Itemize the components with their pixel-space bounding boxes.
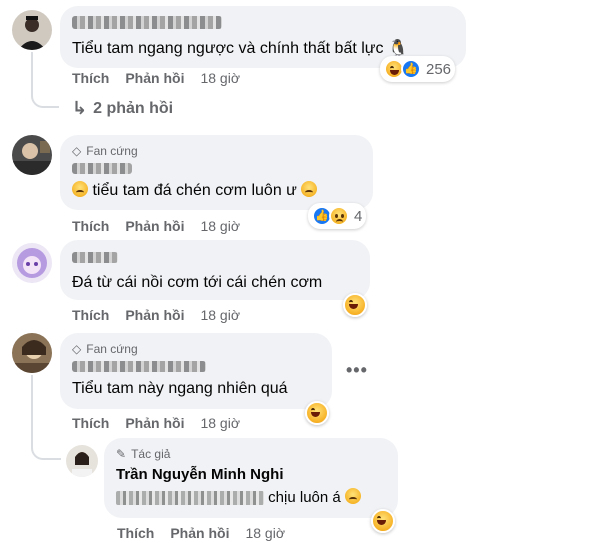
avatar[interactable] <box>12 10 52 50</box>
commenter-name-redacted[interactable] <box>72 163 132 174</box>
pencil-icon: ✎ <box>116 447 127 461</box>
timestamp[interactable]: 18 giờ <box>200 218 240 234</box>
comment-actions: Thích Phản hồi 18 giờ <box>72 307 240 323</box>
reply-button[interactable]: Phản hồi <box>125 218 184 234</box>
diamond-icon: ◇ <box>72 342 82 356</box>
comment-actions: Thích Phản hồi 18 giờ <box>72 415 240 431</box>
pleading-face-emoji <box>301 181 318 197</box>
author-name[interactable]: Trần Nguyễn Minh Nghi <box>116 466 386 483</box>
commenter-name-redacted[interactable] <box>72 252 118 263</box>
comment-actions: Thích Phản hồi 18 giờ <box>72 70 240 86</box>
avatar[interactable] <box>12 333 52 373</box>
more-options-button[interactable]: ••• <box>346 360 368 381</box>
reply-button[interactable]: Phản hồi <box>170 525 229 541</box>
reaction-summary[interactable]: 👍 256 <box>380 56 456 82</box>
avatar[interactable] <box>12 243 52 283</box>
comment-text: Đá từ cái nồi cơm tới cái chén cơm <box>72 274 323 291</box>
author-avatar[interactable] <box>66 445 98 477</box>
reply-button[interactable]: Phản hồi <box>125 415 184 431</box>
reaction-count: 256 <box>426 60 452 78</box>
author-badge[interactable]: ✎ Tác giả <box>116 446 386 462</box>
comment-bubble: ◇ Fan cứng tiểu tam đá chén cơm luôn ư <box>60 135 373 210</box>
like-button[interactable]: Thích <box>72 307 109 323</box>
reply-arrow-icon: ↳ <box>72 98 88 118</box>
like-button[interactable]: Thích <box>72 415 109 431</box>
haha-reaction-icon[interactable] <box>371 509 395 533</box>
diamond-icon: ◇ <box>72 144 82 158</box>
like-button[interactable]: Thích <box>72 218 109 234</box>
view-replies-link[interactable]: ↳ 2 phản hồi <box>72 98 173 119</box>
rolling-eyes-emoji <box>344 488 361 504</box>
timestamp[interactable]: 18 giờ <box>200 70 240 86</box>
comment-bubble: ◇ Fan cứng Tiểu tam này ngang nhiên quá <box>60 333 332 409</box>
pleading-face-emoji <box>72 181 88 197</box>
reply-button[interactable]: Phản hồi <box>125 70 184 86</box>
timestamp[interactable]: 18 giờ <box>200 307 240 323</box>
comment-text: tiểu tam đá chén cơm luôn ư <box>72 180 361 201</box>
commenter-name-redacted[interactable] <box>72 16 222 29</box>
reply-bubble: ✎ Tác giả Trần Nguyễn Minh Nghi chịu luô… <box>104 438 398 518</box>
sad-reaction-icon <box>329 206 349 226</box>
reaction-summary[interactable]: 👍 4 <box>308 203 367 229</box>
penguin-emoji: 🐧 <box>387 40 408 57</box>
reply-actions: Thích Phản hồi 18 giờ <box>117 525 285 541</box>
fan-badge[interactable]: ◇ Fan cứng <box>72 341 320 357</box>
commenter-name-redacted[interactable] <box>72 361 206 372</box>
thread-line <box>31 52 59 108</box>
comment-actions: Thích Phản hồi 18 giờ <box>72 218 240 234</box>
haha-reaction-icon[interactable] <box>305 401 329 425</box>
timestamp[interactable]: 18 giờ <box>245 525 285 541</box>
like-reaction-icon: 👍 <box>401 59 421 79</box>
timestamp[interactable]: 18 giờ <box>200 415 240 431</box>
thread-line <box>31 430 61 460</box>
reaction-count: 4 <box>354 207 363 225</box>
like-button[interactable]: Thích <box>117 525 154 541</box>
fan-badge[interactable]: ◇ Fan cứng <box>72 143 361 159</box>
reply-text: chịu luôn á <box>116 487 386 508</box>
reply-button[interactable]: Phản hồi <box>125 307 184 323</box>
comment-bubble: Đá từ cái nồi cơm tới cái chén cơm <box>60 240 370 300</box>
like-button[interactable]: Thích <box>72 70 109 86</box>
avatar[interactable] <box>12 135 52 175</box>
haha-reaction-icon[interactable] <box>343 293 367 317</box>
redacted-text <box>116 491 264 506</box>
comment-text: Tiểu tam này ngang nhiên quá <box>72 380 288 397</box>
